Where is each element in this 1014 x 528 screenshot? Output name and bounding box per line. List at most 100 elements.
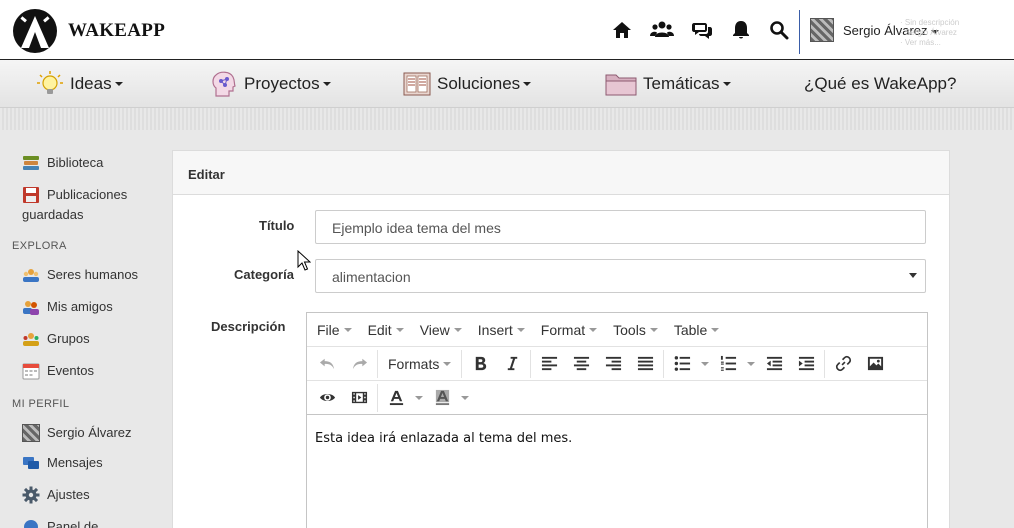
text-color-button[interactable] <box>380 384 412 412</box>
top-bar: WAKEAPP Sergio Álvarez · Sin descripción… <box>0 0 1014 60</box>
align-center-icon <box>573 356 589 371</box>
chevron-down-icon <box>649 327 658 332</box>
sidebar-item-label: Sergio Álvarez <box>47 425 132 440</box>
indent-button[interactable] <box>790 350 822 378</box>
chevron-down-icon <box>395 327 404 332</box>
align-justify-icon <box>637 356 653 371</box>
calendar-icon <box>22 363 40 380</box>
nav-soluciones-label: Soluciones <box>437 74 521 93</box>
lightbulb-icon <box>36 70 64 98</box>
preview-button[interactable] <box>311 384 343 412</box>
chevron-down-icon <box>322 82 331 86</box>
titulo-input[interactable]: Ejemplo idea tema del mes <box>315 210 926 244</box>
sidebar-item-label: Publicaciones <box>47 187 128 202</box>
sidebar-item-panel[interactable]: Panel de <box>22 517 98 528</box>
sidebar-item-seres-humanos[interactable]: Seres humanos <box>22 265 138 285</box>
users-icon[interactable] <box>649 18 675 42</box>
sidebar-heading-explora: EXPLORA <box>12 240 67 252</box>
menu-file[interactable]: File <box>317 322 352 338</box>
categoria-select[interactable]: alimentacion <box>315 259 926 293</box>
background-color-dropdown[interactable] <box>458 384 472 412</box>
redo-button[interactable] <box>343 350 375 378</box>
nav-proyectos-label: Proyectos <box>244 74 320 93</box>
outdent-button[interactable] <box>758 350 790 378</box>
menu-format[interactable]: Format <box>541 322 598 338</box>
sidebar-item-publicaciones-cont[interactable]: guardadas <box>22 205 83 225</box>
sidebar-item-mensajes[interactable]: Mensajes <box>22 453 103 473</box>
link-icon <box>835 355 851 372</box>
menu-table[interactable]: Table <box>674 322 720 338</box>
nav-soluciones[interactable]: Soluciones <box>403 60 532 108</box>
toolbar-separator <box>377 383 378 412</box>
menu-insert[interactable]: Insert <box>478 322 525 338</box>
nav-que-es-wakeapp[interactable]: ¿Qué es WakeApp? <box>804 60 956 108</box>
chevron-down-icon <box>343 327 352 332</box>
friends-icon <box>23 301 39 315</box>
numbered-list-dropdown[interactable] <box>744 350 758 378</box>
bullet-list-dropdown[interactable] <box>698 350 712 378</box>
bullet-list-button[interactable] <box>666 350 698 378</box>
chevron-down-icon <box>701 361 710 366</box>
menu-label: File <box>317 321 340 338</box>
toolbar-separator <box>530 349 532 378</box>
sidebar-item-grupos[interactable]: Grupos <box>22 329 90 349</box>
sidebar-item-publicaciones[interactable]: Publicaciones <box>22 185 127 205</box>
redo-icon <box>352 358 367 370</box>
wakeapp-logo-icon[interactable] <box>12 8 58 54</box>
chevron-down-icon <box>415 395 423 400</box>
link-button[interactable] <box>827 350 859 378</box>
bold-button[interactable] <box>464 350 496 378</box>
decorative-stripes <box>0 108 1014 130</box>
media-button[interactable] <box>343 384 375 412</box>
comments-icon[interactable] <box>690 18 714 42</box>
formats-dropdown[interactable]: Formats <box>380 356 459 372</box>
film-icon <box>351 391 367 404</box>
sidebar-item-ajustes[interactable]: Ajustes <box>22 485 90 505</box>
menu-view[interactable]: View <box>420 322 462 338</box>
sidebar-item-eventos[interactable]: Eventos <box>22 361 94 381</box>
menu-label: Tools <box>613 321 646 338</box>
nav-tematicas-label: Temáticas <box>643 74 720 93</box>
group-icon <box>23 333 39 346</box>
align-center-button[interactable] <box>565 350 597 378</box>
text-color-dropdown[interactable] <box>412 384 426 412</box>
chevron-down-icon <box>453 327 462 332</box>
brand-name[interactable]: WAKEAPP <box>68 20 165 42</box>
sidebar-item-perfil[interactable]: Sergio Álvarez <box>22 423 132 443</box>
rich-text-editor: File Edit View Insert Format Tools Table… <box>306 312 928 528</box>
background-color-button[interactable] <box>426 384 458 412</box>
menu-edit[interactable]: Edit <box>368 322 404 338</box>
editor-content-area[interactable]: Esta idea irá enlazada al tema del mes. <box>307 415 927 462</box>
people-group-icon <box>23 269 39 282</box>
undo-button[interactable] <box>311 350 343 378</box>
bell-icon[interactable] <box>729 18 753 42</box>
nav-tematicas[interactable]: Temáticas <box>605 60 731 108</box>
menu-tools[interactable]: Tools <box>613 322 658 338</box>
home-icon[interactable] <box>610 18 634 42</box>
undo-icon <box>319 358 334 370</box>
folder-icon <box>605 70 637 98</box>
titulo-label: Título <box>259 218 295 233</box>
nav-ideas[interactable]: Ideas <box>36 60 123 108</box>
faint-line: · Sin descripción <box>900 18 960 27</box>
messages-icon <box>23 457 39 469</box>
toolbar-separator <box>663 349 665 378</box>
user-avatar[interactable] <box>810 18 834 42</box>
chevron-down-icon <box>114 82 123 86</box>
mouse-pointer-icon <box>297 250 311 271</box>
select-arrow-icon <box>909 273 917 278</box>
align-left-button[interactable] <box>533 350 565 378</box>
numbered-list-button[interactable] <box>712 350 744 378</box>
bullet-list-icon <box>674 356 690 371</box>
align-justify-button[interactable] <box>629 350 661 378</box>
search-icon[interactable] <box>767 18 791 42</box>
italic-button[interactable] <box>496 350 528 378</box>
sidebar-item-mis-amigos[interactable]: Mis amigos <box>22 297 113 317</box>
image-button[interactable] <box>859 350 891 378</box>
text-color-icon <box>389 390 403 406</box>
sidebar-item-biblioteca[interactable]: Biblioteca <box>22 153 103 173</box>
sidebar-heading-mi-perfil: MI PERFIL <box>12 398 70 410</box>
nav-proyectos[interactable]: Proyectos <box>210 60 331 108</box>
indent-icon <box>798 356 814 371</box>
align-right-button[interactable] <box>597 350 629 378</box>
